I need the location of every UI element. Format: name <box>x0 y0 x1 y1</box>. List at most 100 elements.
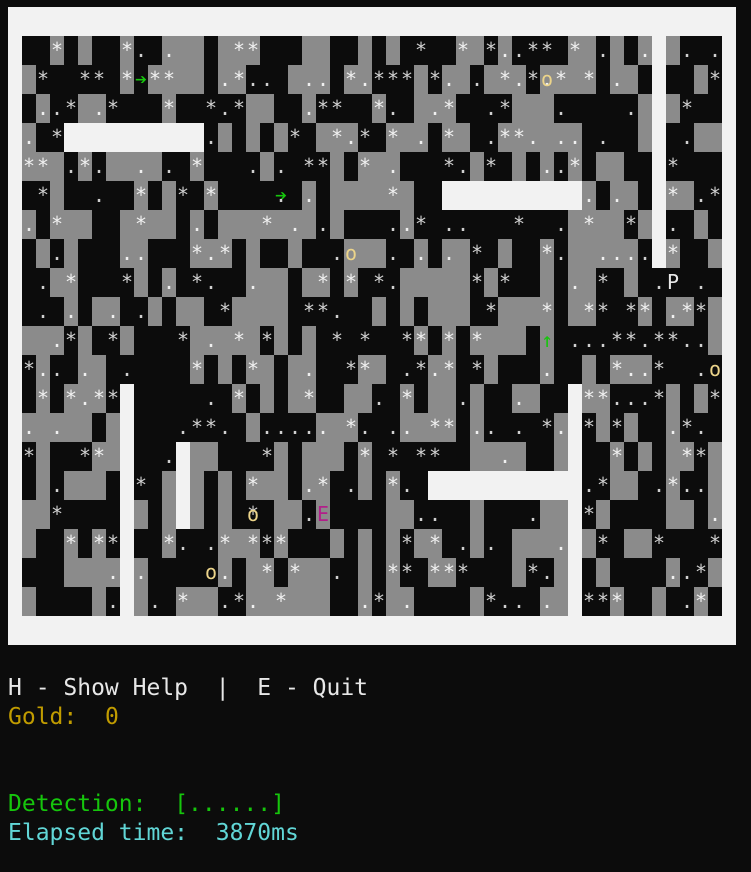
floor-tile <box>36 500 50 529</box>
floor-tile: * <box>652 357 666 381</box>
floor-tile: . <box>554 529 568 558</box>
floor-tile <box>274 500 288 529</box>
floor-tile: * <box>232 589 246 613</box>
floor-tile <box>372 239 386 268</box>
floor-tile: . <box>554 123 568 152</box>
floor-tile <box>330 152 344 181</box>
detection-label: Detection: <box>8 791 147 817</box>
floor-tile <box>568 65 582 94</box>
dungeon-grid: **..*****..***.....******.*....*.****..*… <box>22 36 722 616</box>
floor-tile: * <box>610 328 624 352</box>
floor-tile: * <box>694 299 708 323</box>
floor-tile: * <box>708 67 722 91</box>
floor-tile: * <box>680 442 694 471</box>
floor-tile <box>400 123 414 152</box>
floor-tile <box>610 152 624 181</box>
gold-coin: o <box>708 357 722 381</box>
floor-tile: . <box>386 152 400 181</box>
floor-tile <box>134 268 148 297</box>
floor-tile <box>358 181 372 210</box>
floor-tile: * <box>442 326 456 355</box>
floor-tile: * <box>36 384 50 413</box>
floor-tile: * <box>330 123 344 152</box>
floor-tile: . <box>428 94 442 123</box>
floor-tile: * <box>372 270 386 294</box>
floor-tile: . <box>582 328 596 352</box>
floor-tile: * <box>316 268 330 297</box>
floor-tile: * <box>106 328 120 352</box>
floor-tile <box>162 210 176 239</box>
floor-tile: . <box>554 96 568 120</box>
floor-tile <box>470 36 484 65</box>
wall-segment <box>428 471 582 500</box>
floor-tile: . <box>246 268 260 297</box>
floor-tile <box>638 529 652 558</box>
floor-tile <box>204 442 218 471</box>
floor-tile <box>694 384 708 413</box>
floor-tile: . <box>666 558 680 587</box>
floor-tile: * <box>372 94 386 123</box>
floor-tile: * <box>190 355 204 384</box>
floor-tile: * <box>610 415 624 439</box>
floor-tile: . <box>512 65 526 94</box>
floor-tile <box>190 442 204 471</box>
floor-tile <box>624 181 638 210</box>
floor-tile: * <box>78 67 92 91</box>
floor-tile: * <box>246 471 260 500</box>
floor-tile: . <box>680 125 694 149</box>
floor-tile: * <box>50 125 64 149</box>
floor-tile: * <box>442 558 456 587</box>
floor-tile <box>568 239 582 268</box>
floor-tile: . <box>526 123 540 152</box>
floor-tile: * <box>78 444 92 468</box>
floor-tile: * <box>596 473 610 497</box>
floor-tile: . <box>596 328 610 352</box>
floor-tile: . <box>456 531 470 555</box>
floor-tile <box>316 123 330 152</box>
floor-tile <box>64 471 78 500</box>
floor-tile <box>274 326 288 355</box>
floor-tile <box>414 529 428 558</box>
floor-tile: * <box>190 152 204 181</box>
floor-tile: . <box>652 473 666 497</box>
floor-tile <box>358 384 372 413</box>
floor-tile <box>92 471 106 500</box>
floor-tile <box>78 558 92 587</box>
gold-status: Gold: 0 <box>8 703 119 732</box>
wall-segment <box>176 442 190 529</box>
floor-tile: * <box>400 560 414 584</box>
floor-tile: * <box>204 96 218 120</box>
floor-tile <box>526 94 540 123</box>
floor-tile: . <box>106 589 120 613</box>
floor-tile: . <box>610 65 624 94</box>
floor-tile <box>414 94 428 123</box>
floor-tile <box>666 36 680 65</box>
floor-tile: * <box>442 154 456 178</box>
floor-tile: * <box>36 183 50 207</box>
floor-tile: . <box>106 558 120 587</box>
floor-tile: . <box>330 560 344 584</box>
floor-tile: * <box>358 442 372 471</box>
floor-tile: * <box>428 413 442 442</box>
floor-tile: * <box>330 328 344 352</box>
floor-tile <box>554 500 568 529</box>
floor-tile: . <box>302 471 316 500</box>
floor-tile: * <box>288 558 302 587</box>
floor-tile <box>120 210 134 239</box>
floor-tile: * <box>386 67 400 91</box>
floor-tile: * <box>428 67 442 91</box>
floor-tile <box>596 152 610 181</box>
floor-tile <box>344 181 358 210</box>
floor-tile: * <box>442 94 456 123</box>
arrow-right-icon: ➔ <box>134 67 148 91</box>
floor-tile: . <box>638 355 652 384</box>
floor-tile: * <box>400 67 414 91</box>
floor-tile: * <box>652 531 666 555</box>
floor-tile <box>120 152 134 181</box>
floor-tile: * <box>666 154 680 178</box>
floor-tile: . <box>582 473 596 497</box>
floor-tile: . <box>568 328 582 352</box>
floor-tile: . <box>624 96 638 120</box>
floor-tile: . <box>162 36 176 65</box>
floor-tile: * <box>470 357 484 381</box>
